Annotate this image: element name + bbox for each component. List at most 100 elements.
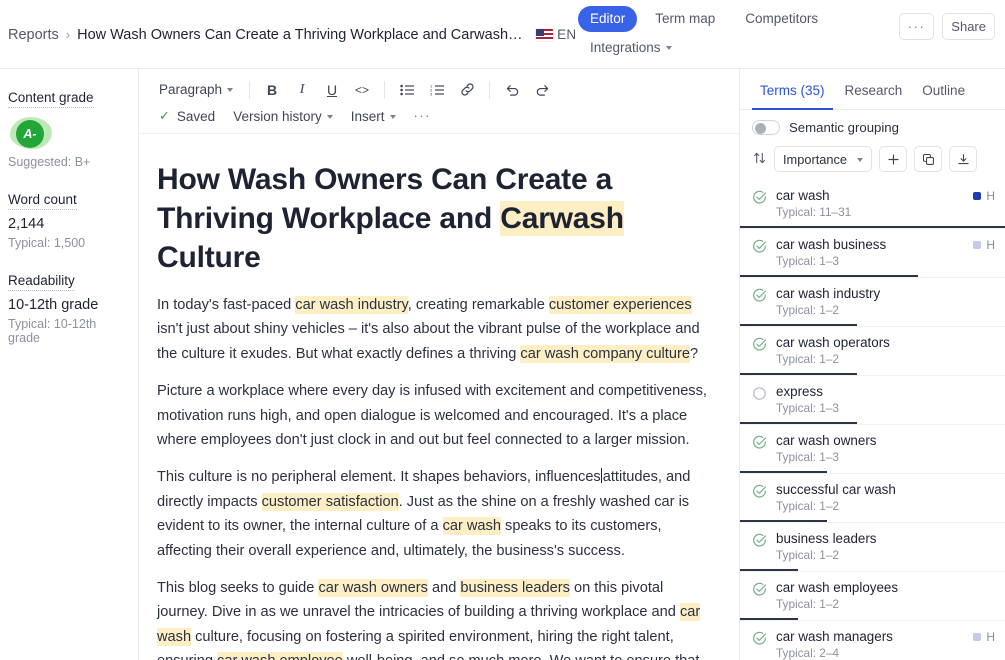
term-name: car wash managers [776, 629, 893, 644]
term-done-check-icon[interactable] [752, 484, 768, 504]
share-button[interactable]: Share [942, 13, 995, 40]
version-history-dropdown[interactable]: Version history [225, 105, 341, 128]
term-done-check-icon[interactable] [752, 582, 768, 602]
term-done-check-icon[interactable] [752, 288, 768, 308]
term-progress-bar [740, 422, 857, 424]
app-root: Reports › How Wash Owners Can Create a T… [0, 0, 1005, 660]
term-row[interactable]: business leaders Typical: 1–2 [740, 523, 1005, 572]
paragraph-style-dropdown[interactable]: Paragraph [151, 78, 241, 101]
text-run: This culture is no peripheral element. I… [157, 469, 601, 486]
term-progress-bar [740, 324, 857, 326]
term-done-check-icon[interactable] [752, 533, 768, 553]
highlighted-term[interactable]: car wash [442, 517, 501, 536]
document-paragraph[interactable]: In today's fast-paced car wash industry,… [157, 293, 715, 366]
sort-arrows-icon[interactable] [752, 151, 767, 168]
sort-by-value: Importance [783, 151, 848, 167]
term-row[interactable]: car wash employees Typical: 1–2 [740, 572, 1005, 621]
bold-button[interactable]: B [258, 78, 286, 102]
semantic-grouping-toggle[interactable]: Semantic grouping [752, 120, 995, 135]
term-name: car wash operators [776, 335, 890, 350]
top-bar: Reports › How Wash Owners Can Create a T… [0, 0, 1005, 69]
highlighted-term[interactable]: car wash industry [295, 296, 408, 314]
term-row[interactable]: successful car wash Typical: 1–2 [740, 474, 1005, 523]
document-paragraph[interactable]: Picture a workplace where every day is i… [157, 379, 715, 452]
menu-integrations[interactable]: Integrations [578, 35, 684, 61]
metric-word-count: Word count 2,144 Typical: 1,500 [8, 191, 128, 250]
chevron-down-icon [857, 157, 864, 162]
term-done-check-icon[interactable] [752, 435, 768, 455]
document-paragraph[interactable]: This blog seeks to guide car wash owners… [157, 576, 715, 660]
tab-terms[interactable]: Terms (35) [752, 79, 833, 110]
term-row[interactable]: car wash Typical: 11–31 H [740, 180, 1005, 229]
tab-research[interactable]: Research [837, 79, 911, 110]
terms-sort-row: Importance [752, 146, 995, 172]
highlighted-term[interactable]: Carwash [500, 201, 624, 236]
term-done-check-icon[interactable] [752, 239, 768, 259]
term-row[interactable]: car wash managers Typical: 2–4 H [740, 621, 1005, 660]
term-badge-dot-icon [973, 241, 982, 249]
document-canvas[interactable]: How Wash Owners Can Create a Thriving Wo… [139, 134, 739, 660]
highlighted-term[interactable]: customer satisfaction [261, 492, 399, 511]
numbered-list-icon[interactable]: 123 [423, 78, 451, 102]
terms-list[interactable]: car wash Typical: 11–31 Hcar wash business… [740, 180, 1005, 660]
term-row[interactable]: car wash business Typical: 1–3 H [740, 229, 1005, 278]
language-selector[interactable]: EN [536, 27, 576, 42]
underline-button[interactable]: U [318, 78, 346, 102]
undo-icon[interactable] [498, 78, 526, 102]
download-terms-button[interactable] [949, 146, 978, 172]
tab-competitors[interactable]: Competitors [733, 6, 830, 32]
breadcrumb-current-title[interactable]: How Wash Owners Can Create a Thriving Wo… [77, 27, 525, 43]
term-row[interactable]: express Typical: 1–3 [740, 376, 1005, 425]
term-done-check-icon[interactable] [752, 337, 768, 357]
document-title[interactable]: How Wash Owners Can Create a Thriving Wo… [157, 160, 715, 277]
highlighted-term[interactable]: car wash owners [318, 579, 428, 598]
readability-label: Readability [8, 273, 75, 291]
code-button[interactable]: <> [348, 78, 376, 102]
highlighted-term[interactable]: car wash company culture [520, 344, 690, 363]
term-progress-bar [740, 275, 918, 277]
link-icon[interactable] [453, 78, 481, 102]
insert-dropdown[interactable]: Insert [343, 105, 404, 128]
highlighted-term[interactable]: car wash employee [217, 652, 343, 660]
term-done-check-icon[interactable] [752, 631, 768, 651]
breadcrumb-reports-link[interactable]: Reports [8, 27, 59, 43]
tab-term-map[interactable]: Term map [643, 6, 727, 32]
chevron-down-icon [389, 114, 396, 119]
redo-icon[interactable] [528, 78, 556, 102]
tab-editor[interactable]: Editor [578, 6, 638, 32]
text-run: In today's fast-paced [157, 297, 296, 313]
term-name: express [776, 384, 823, 399]
term-badge-letter: H [986, 630, 995, 644]
content-grade-badge-wrap: A- [8, 117, 128, 151]
more-options-button[interactable]: ··· [898, 13, 935, 40]
top-nav: Editor Term map Competitors Integrations [578, 6, 830, 60]
sort-by-select[interactable]: Importance [774, 146, 873, 172]
term-done-check-icon[interactable] [752, 190, 768, 210]
toolbar-divider [384, 80, 386, 99]
term-heading-badge[interactable]: H [973, 238, 995, 252]
highlighted-term[interactable]: customer experiences [548, 296, 692, 314]
term-row[interactable]: car wash operators Typical: 1–2 [740, 327, 1005, 376]
highlighted-term[interactable]: business leaders [460, 579, 570, 598]
term-empty-circle-icon[interactable] [752, 386, 768, 406]
add-term-button[interactable] [879, 146, 908, 172]
tab-outline[interactable]: Outline [914, 79, 973, 110]
toolbar-more-button[interactable]: ··· [406, 109, 440, 123]
term-badge-dot-icon [973, 192, 982, 200]
toolbar-row-document: ✓ Saved Version history Insert ··· [139, 104, 739, 133]
right-panel: Terms (35) Research Outline Semantic gro… [740, 69, 1005, 660]
copy-terms-button[interactable] [914, 146, 943, 172]
document-paragraph[interactable]: This culture is no peripheral element. I… [157, 465, 715, 563]
term-typical-range: Typical: 1–3 [776, 254, 839, 268]
term-typical-range: Typical: 1–3 [776, 450, 839, 464]
bullet-list-icon[interactable] [393, 78, 421, 102]
text-run: Culture [157, 241, 261, 274]
document-body[interactable]: In today's fast-paced car wash industry,… [157, 293, 715, 660]
term-heading-badge[interactable]: H [973, 630, 995, 644]
toggle-switch[interactable] [752, 120, 780, 135]
term-heading-badge[interactable]: H [973, 189, 995, 203]
term-row[interactable]: car wash industry Typical: 1–2 [740, 278, 1005, 327]
term-row[interactable]: car wash owners Typical: 1–3 [740, 425, 1005, 474]
term-progress-bar [740, 618, 799, 620]
italic-button[interactable]: I [288, 78, 316, 102]
